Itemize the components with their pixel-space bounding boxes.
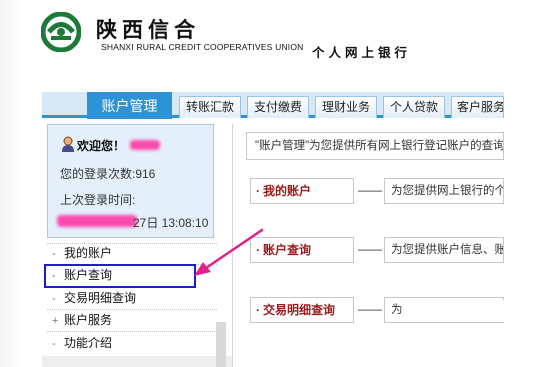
tab-customer-service[interactable]: 客户服务 <box>451 96 504 118</box>
left-edge-shadow <box>0 0 22 367</box>
tab-wealth[interactable]: 理财业务 <box>315 96 377 118</box>
menu-item-label: 功能介绍 <box>64 336 113 350</box>
tab-personal-loan[interactable]: 个人贷款 <box>383 96 445 118</box>
collapse-marker: - <box>52 248 56 260</box>
bullet-icon: · <box>256 184 260 198</box>
feature-link-my-account[interactable]: · 我的账户 <box>250 178 354 204</box>
feature-label: 交易明细查询 <box>263 303 336 317</box>
row-dash: —— <box>358 183 382 197</box>
last-login-time: 27日 13:08:10 <box>133 216 209 230</box>
redacted-username <box>130 140 160 150</box>
content-divider <box>232 124 233 367</box>
menu-item-label: 账户服务 <box>64 313 113 327</box>
logo-english-name: SHANXI RURAL CREDIT COOPERATIVES UNION <box>101 42 304 52</box>
tab-transfer[interactable]: 转账汇款 <box>179 96 241 118</box>
expand-marker: + <box>52 315 59 327</box>
feature-link-transaction-query[interactable]: · 交易明细查询 <box>250 297 354 323</box>
collapse-marker: - <box>52 338 56 350</box>
collapse-marker: - <box>52 293 56 305</box>
menu-item-account-services[interactable]: + 账户服务 <box>52 310 112 330</box>
rural-credit-logo-icon <box>41 12 81 52</box>
blurred-overlay <box>400 300 504 322</box>
bullet-icon: · <box>256 243 260 257</box>
right-margin <box>504 0 547 367</box>
side-menu-footer <box>42 356 232 367</box>
feature-label: 账户查询 <box>263 243 312 257</box>
side-scrollbar[interactable] <box>216 322 226 367</box>
menu-divider <box>47 331 217 332</box>
annotation-highlight-box <box>44 264 196 288</box>
tab-account-management[interactable]: 账户管理 <box>87 92 172 119</box>
bank-title: 个人网上银行 <box>312 46 412 60</box>
row-dash: —— <box>358 302 382 316</box>
row-dash: —— <box>358 242 382 256</box>
user-avatar-icon <box>62 136 74 152</box>
feature-description: 为您提供账户信息、账户 <box>384 237 504 263</box>
login-count: 您的登录次数:916 <box>60 167 156 181</box>
menu-item-label: 我的账户 <box>64 246 113 260</box>
bullet-icon: · <box>256 303 260 317</box>
tab-payment[interactable]: 支付缴费 <box>247 96 309 118</box>
feature-link-account-query[interactable]: · 账户查询 <box>250 237 354 263</box>
last-login-label: 上次登录时间: <box>60 193 136 207</box>
menu-item-my-account[interactable]: - 我的账户 <box>52 243 112 263</box>
section-intro: "账户管理"为您提供所有网上银行登记账户的查询 <box>246 132 504 160</box>
menu-item-label: 交易明细查询 <box>64 291 137 305</box>
welcome-text: 欢迎您！ <box>77 139 126 153</box>
redacted-login-date <box>57 215 137 227</box>
menu-item-feature-intro[interactable]: - 功能介绍 <box>52 333 112 353</box>
feature-description: 为您提供网上银行的个人 <box>384 178 504 204</box>
menu-item-transaction-query[interactable]: - 交易明细查询 <box>52 288 136 308</box>
logo-chinese-name: 陕西信合 <box>96 17 200 42</box>
feature-label: 我的账户 <box>263 184 312 198</box>
